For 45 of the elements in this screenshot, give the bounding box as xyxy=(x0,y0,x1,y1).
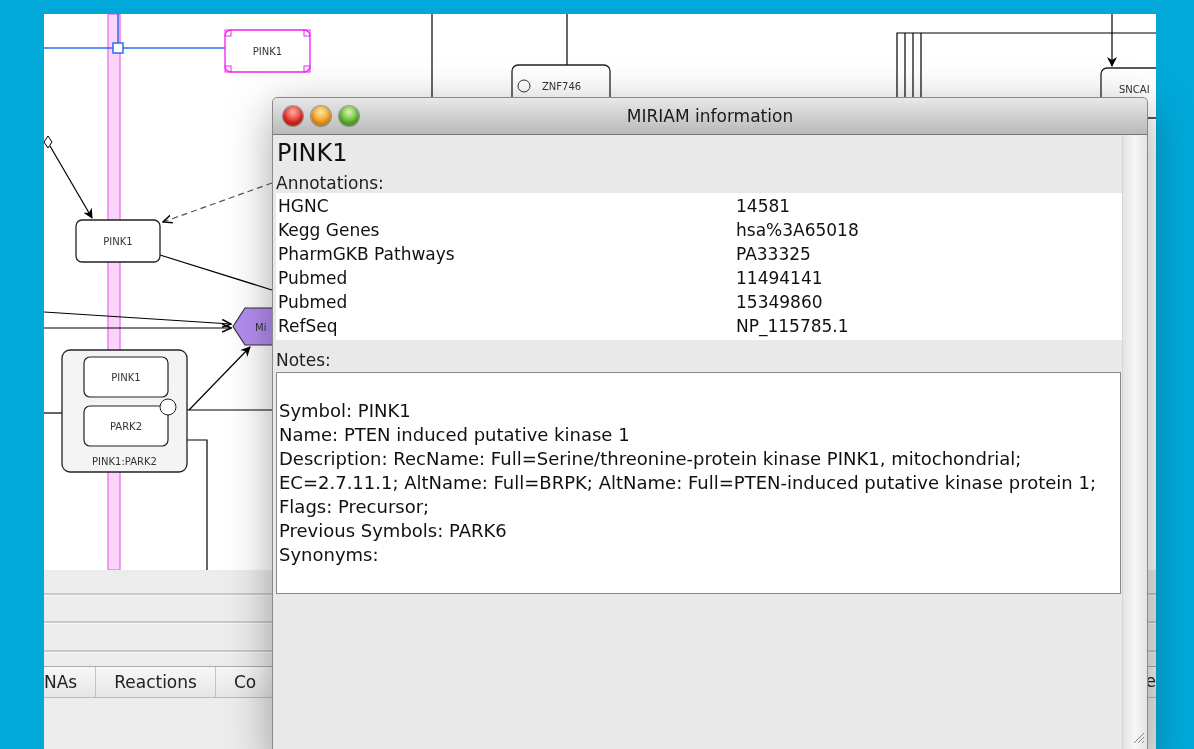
table-cell-text: 11494141 xyxy=(736,267,824,290)
section-label: Annotations: xyxy=(276,173,385,193)
table-cell-text: 14581 xyxy=(736,195,792,218)
node-label: PINK1 xyxy=(252,46,283,57)
table-cell-text: RefSeq xyxy=(278,315,339,338)
notes-text: Name: PTEN induced putative kinase 1 xyxy=(279,423,631,447)
node-label: PINK1:PARK2 xyxy=(92,456,157,467)
table-cell-text: NP_115785.1 xyxy=(736,315,850,338)
node-label: SNCAI xyxy=(1119,84,1150,95)
table-cell-text: PharmGKB Pathways xyxy=(278,243,456,266)
state-variable-icon xyxy=(517,79,531,93)
window-title: MIRIAM information xyxy=(626,106,794,126)
connector-line xyxy=(566,14,568,66)
connector-line xyxy=(44,412,63,414)
table-cell-text: 15349860 xyxy=(736,291,824,314)
tab[interactable]: Reactions xyxy=(96,667,216,697)
protein-node[interactable] xyxy=(83,405,169,447)
node-label: PARK2 xyxy=(109,421,143,432)
table-cell-text: hsa%3A65018 xyxy=(736,219,860,242)
protein-node[interactable] xyxy=(83,356,169,398)
site-icon xyxy=(159,398,177,416)
arrow xyxy=(1107,14,1117,67)
notes-text: Symbol: PINK1 xyxy=(279,399,412,423)
notes-text: Description: RecName: Full=Serine/threonine-protein kinase PINK1, mitochondrial; EC=2.7.11.1; AltName: Full=BRPK; AltName: Full=PTEN-induced putative kinase protein 1; Flags: Precursor; xyxy=(279,447,1097,519)
table-cell-text: Pubmed xyxy=(278,291,349,314)
notes-text: Synonyms: xyxy=(279,543,380,567)
notes-area[interactable] xyxy=(276,372,1121,594)
notes-text: Previous Symbols: PARK6 xyxy=(279,519,508,543)
node-label: PINK1 xyxy=(103,236,133,247)
table-cell-text: Kegg Genes xyxy=(278,219,381,242)
node-label: Mi xyxy=(255,322,267,333)
table-cell-text: Pubmed xyxy=(278,267,349,290)
resize-grip-icon[interactable] xyxy=(1131,730,1145,744)
protein-node[interactable] xyxy=(224,29,311,73)
table-cell-text: HGNC xyxy=(278,195,330,218)
node-label: ZNF746 xyxy=(542,81,582,92)
arrow xyxy=(188,346,251,411)
table-cell-text: PA33325 xyxy=(736,243,812,266)
entity-title: PINK1 xyxy=(276,138,349,169)
tab[interactable]: NAs xyxy=(44,667,97,697)
zoom-icon[interactable] xyxy=(339,106,359,126)
node-label: PINK1 xyxy=(111,372,141,383)
protein-node[interactable] xyxy=(75,219,161,263)
section-label: Notes: xyxy=(276,350,332,370)
close-icon[interactable] xyxy=(283,106,303,126)
